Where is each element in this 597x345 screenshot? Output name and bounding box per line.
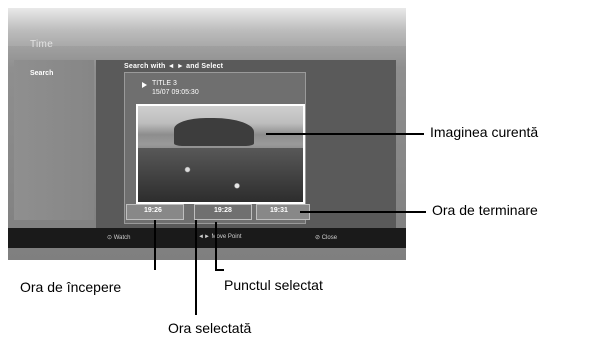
current-image-leader [266,133,424,135]
end-time-label: 19:31 [270,207,288,214]
play-icon [142,82,147,88]
callout-selected-point: Punctul selectat [224,277,323,293]
title-line: TITLE 3 [152,80,177,87]
callout-end-time: Ora de terminare [432,202,538,218]
callout-start-time: Ora de începere [20,279,122,295]
callout-current-image: Imaginea curentă [430,124,539,140]
start-time-leader [154,220,156,270]
search-hint: Search with ◄ ► and Select [124,63,224,70]
selected-time-leader [195,220,197,315]
end-time-leader [300,211,426,213]
foreground-shape [138,148,303,202]
start-time-label: 19:26 [144,207,162,214]
date-time: 15/07 09:05:30 [152,89,199,96]
selected-time-label: 19:28 [214,207,232,214]
close-hint: ⊘ Close [315,235,338,241]
sidebar-item-search[interactable]: Search [30,70,53,77]
selected-point-leader-h [215,269,224,271]
sidebar [14,60,94,220]
island-shape [174,118,254,146]
callout-selected-time: Ora selectată [168,320,252,336]
menu-title: Time [30,39,54,50]
current-image-thumbnail [136,104,305,204]
selected-point-leader-v [215,222,217,270]
top-band [8,8,406,46]
watch-hint: ⊙ Watch [107,235,131,241]
move-point-hint: ◄► Move Point [198,234,242,240]
